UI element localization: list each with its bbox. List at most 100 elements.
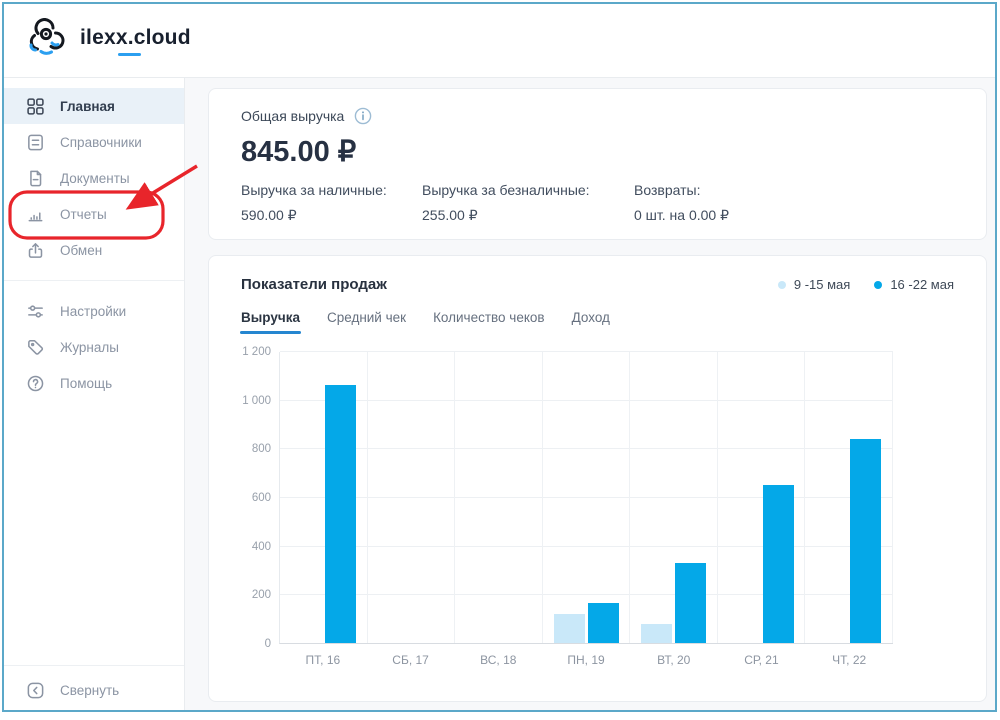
exchange-icon [25,240,45,260]
tab-количество-чеков[interactable]: Количество чеков [433,310,545,334]
logo-underline [118,53,141,56]
sidebar-item-главная[interactable]: Главная [4,88,184,124]
sidebar-item-справочники[interactable]: Справочники [4,124,184,160]
revenue-card-title: Общая выручка [241,108,344,124]
tab-доход[interactable]: Доход [572,310,610,334]
content-row: Главная Справочники Документы Отчеты Обм… [4,78,995,710]
sidebar-item-label: Обмен [60,243,102,258]
chart-column-5 [718,352,806,643]
sidebar-divider [4,280,184,281]
logo-icon [22,18,70,64]
settings-icon [25,301,45,321]
legend-label: 9 -15 мая [794,277,850,292]
sales-chart: 02004006008001 0001 200 ПТ, 16СБ, 17ВС, … [241,352,954,667]
sales-tabs: Выручка Средний чек Количество чеков Доход [241,310,954,334]
bar-series1-4 [675,563,706,643]
sidebar-secondary-group: Настройки Журналы Помощь [4,293,184,401]
metric-label: Выручка за наличные: [241,182,422,198]
catalog-icon [25,132,45,152]
x-tick-label: ВС, 18 [454,644,542,667]
legend-item-0[interactable]: 9 -15 мая [778,277,850,292]
bar-series0-3 [554,614,585,643]
chart-column-3 [543,352,631,643]
logo[interactable]: ilexx.cloud [22,18,191,64]
sidebar-collapse-button[interactable]: Свернуть [4,670,184,710]
y-tick-label: 600 [252,492,271,504]
report-icon [25,204,45,224]
info-icon[interactable] [354,107,372,125]
x-tick-label: ПТ, 16 [279,644,367,667]
chart-x-axis: ПТ, 16СБ, 17ВС, 18ПН, 19ВТ, 20СР, 21ЧТ, … [279,644,893,667]
x-tick-label: ПН, 19 [542,644,630,667]
chart-column-6 [805,352,893,643]
revenue-card: Общая выручка 845.00 ₽ Выручка за наличн… [208,88,987,240]
revenue-metric-1: Выручка за безналичные: 255.00 ₽ [422,182,634,224]
legend-dot [874,281,882,289]
chart-legend: 9 -15 мая 16 -22 мая [778,277,954,292]
tab-средний-чек[interactable]: Средний чек [327,310,406,334]
sidebar-divider-bottom [4,665,184,666]
app-window: ilexx.cloud Главная Справочники Документ… [2,2,997,712]
y-tick-label: 200 [252,589,271,601]
sidebar-item-label: Настройки [60,304,126,319]
sidebar-item-настройки[interactable]: Настройки [4,293,184,329]
bar-series0-4 [641,624,672,643]
metric-value: 590.00 ₽ [241,207,422,224]
grid-icon [25,96,45,116]
sidebar: Главная Справочники Документы Отчеты Обм… [4,78,185,710]
journal-icon [25,337,45,357]
sidebar-item-label: Документы [60,171,130,186]
bar-series1-0 [325,385,356,643]
sales-card-title: Показатели продаж [241,276,387,293]
total-revenue-value: 845.00 ₽ [241,134,954,169]
sidebar-item-label: Главная [60,99,115,114]
y-tick-label: 1 000 [242,395,271,407]
legend-dot [778,281,786,289]
main-area: Общая выручка 845.00 ₽ Выручка за наличн… [185,78,995,710]
x-tick-label: ВТ, 20 [630,644,718,667]
chart-column-1 [368,352,456,643]
y-tick-label: 400 [252,541,271,553]
x-tick-label: ЧТ, 22 [805,644,893,667]
legend-label: 16 -22 мая [890,277,954,292]
tab-выручка[interactable]: Выручка [241,310,300,334]
sidebar-item-label: Помощь [60,376,112,391]
bar-series1-6 [850,439,881,643]
chart-plot-area [279,352,893,644]
sales-card: Показатели продаж 9 -15 мая 16 -22 мая Вы… [208,255,987,702]
sidebar-item-label: Журналы [60,340,119,355]
legend-item-1[interactable]: 16 -22 мая [874,277,954,292]
x-tick-label: СР, 21 [718,644,806,667]
revenue-metric-2: Возвраты: 0 шт. на 0.00 ₽ [634,182,729,224]
sidebar-item-отчеты[interactable]: Отчеты [4,196,184,232]
chart-y-axis: 02004006008001 0001 200 [241,352,279,644]
app-header: ilexx.cloud [4,4,995,78]
metric-value: 0 шт. на 0.00 ₽ [634,207,729,224]
chart-column-2 [455,352,543,643]
sidebar-item-label: Отчеты [60,207,107,222]
metric-label: Возвраты: [634,182,729,198]
sidebar-item-label: Справочники [60,135,142,150]
y-tick-label: 800 [252,443,271,455]
y-tick-label: 1 200 [242,346,271,358]
help-icon [25,373,45,393]
document-icon [25,168,45,188]
sidebar-item-помощь[interactable]: Помощь [4,365,184,401]
collapse-icon [25,680,45,700]
bar-series1-3 [588,603,619,643]
bar-series1-5 [763,485,794,643]
x-tick-label: СБ, 17 [367,644,455,667]
y-tick-label: 0 [265,638,271,650]
metric-value: 255.00 ₽ [422,207,634,224]
metric-label: Выручка за безналичные: [422,182,634,198]
chart-column-4 [630,352,718,643]
sidebar-item-журналы[interactable]: Журналы [4,329,184,365]
sidebar-item-документы[interactable]: Документы [4,160,184,196]
sidebar-item-обмен[interactable]: Обмен [4,232,184,268]
sidebar-main-group: Главная Справочники Документы Отчеты Обм… [4,88,184,268]
sidebar-collapse-label: Свернуть [60,683,119,698]
logo-text: ilexx.cloud [80,26,191,50]
chart-column-0 [280,352,368,643]
revenue-metric-0: Выручка за наличные: 590.00 ₽ [241,182,422,224]
revenue-metrics-row: Выручка за наличные: 590.00 ₽Выручка за б… [241,182,954,224]
